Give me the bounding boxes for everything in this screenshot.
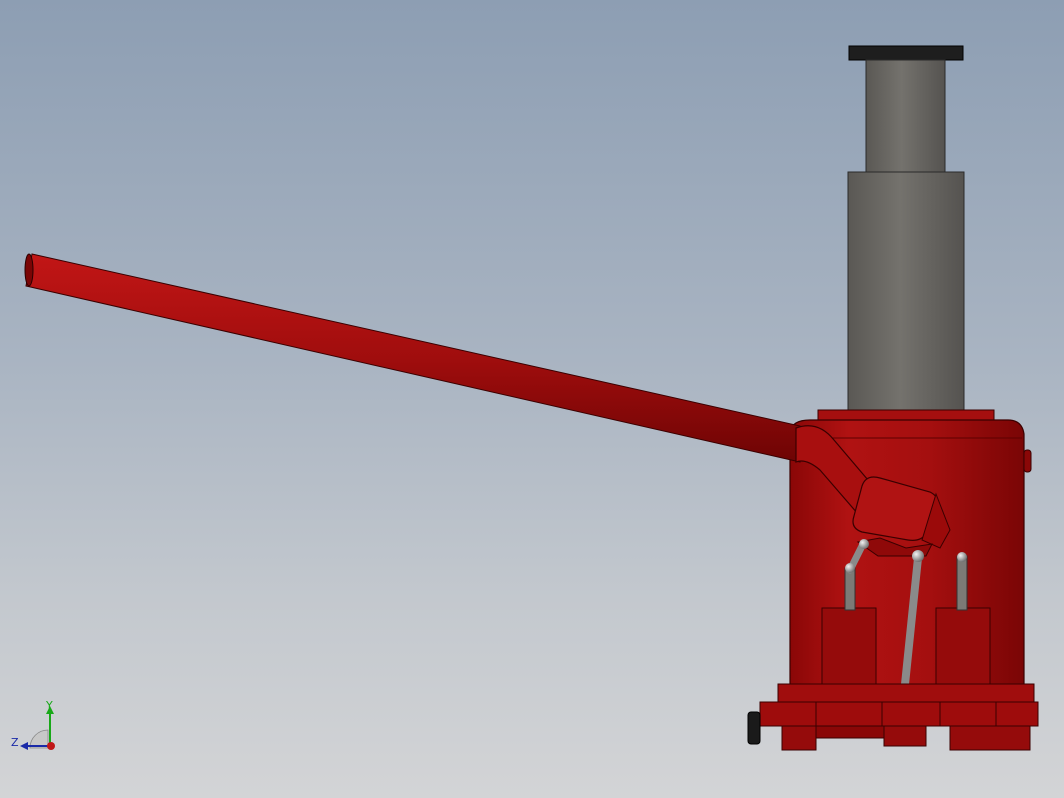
z-axis-arrow-head	[20, 742, 28, 750]
jack-handle[interactable]	[25, 253, 801, 463]
coordinate-triad: Y Z	[11, 700, 55, 750]
base-foot-1	[781, 725, 817, 751]
pin-2	[845, 563, 855, 573]
bottle-jack-model[interactable]	[0, 0, 1064, 798]
base-foot-2	[883, 725, 927, 747]
ram-cap	[848, 45, 964, 61]
pin-4	[957, 552, 967, 562]
z-axis-label: Z	[11, 736, 19, 749]
lower-ram	[847, 171, 965, 413]
pin-1	[859, 539, 869, 549]
pump-cylinder-left	[821, 607, 877, 689]
base-upper-plate	[777, 683, 1035, 703]
handle-tip	[24, 253, 34, 287]
pin-3	[912, 550, 924, 562]
y-axis-label: Y	[45, 700, 53, 712]
piston-left	[844, 567, 856, 611]
base-foot-3	[949, 725, 1031, 751]
release-valve-knob[interactable]	[747, 711, 761, 745]
pump-cylinder-right	[935, 607, 991, 689]
piston-right	[956, 555, 968, 611]
upper-ram	[865, 59, 946, 173]
side-plug	[1023, 449, 1032, 473]
cad-viewport[interactable]: Y Z	[0, 0, 1064, 798]
base-foot-mid	[815, 725, 885, 739]
x-axis-dot	[47, 742, 55, 750]
